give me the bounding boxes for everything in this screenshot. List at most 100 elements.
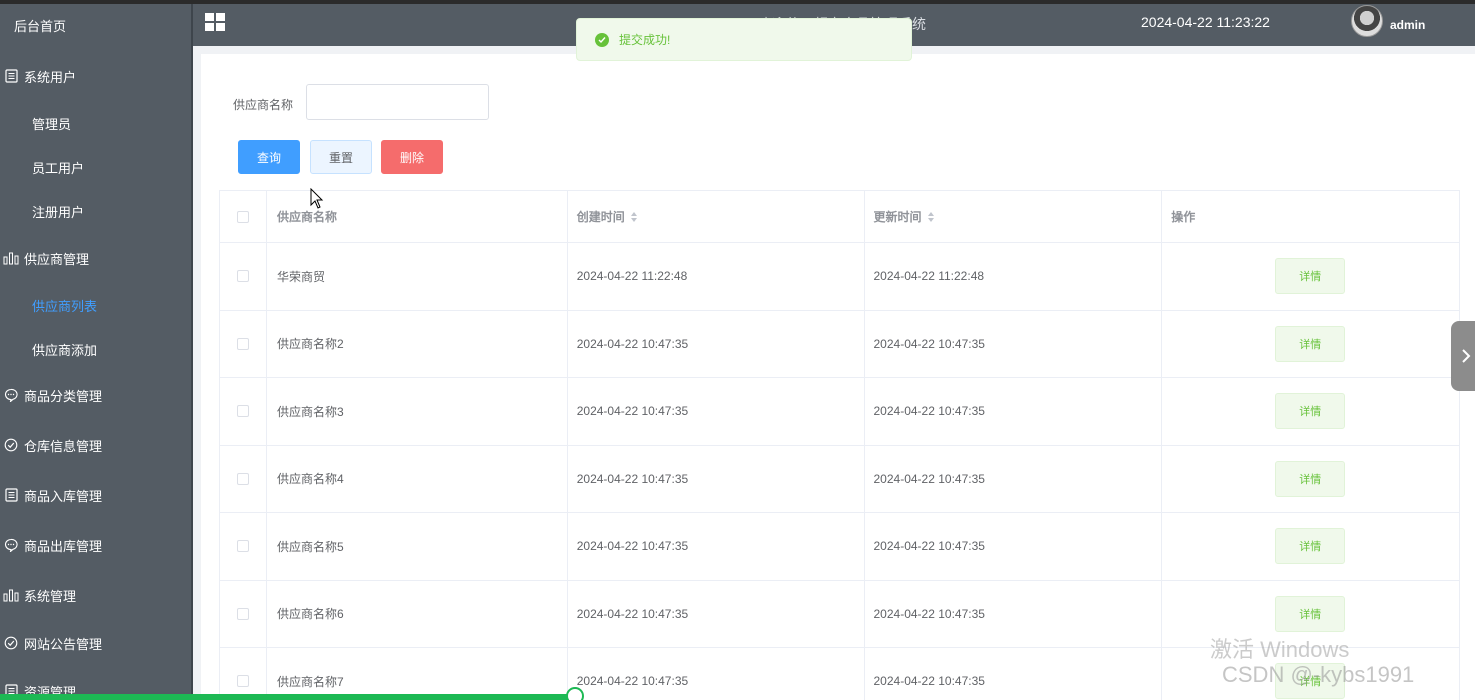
cell-created-time: 2024-04-22 10:47:35 (568, 445, 865, 512)
main-content: 供应商名称 查询 重置 删除 供应商名称 创建时间 更新时间 操作 华荣商贸 20… (201, 54, 1475, 700)
cell-updated-time: 2024-04-22 10:47:35 (865, 310, 1163, 377)
cell-supplier-name: 供应商名称2 (267, 310, 568, 377)
row-select-cell (220, 243, 267, 310)
sidebar-item-9[interactable]: 仓库信息管理 (0, 425, 193, 465)
detail-button[interactable]: 详情 (1275, 460, 1346, 497)
query-button[interactable]: 查询 (238, 140, 300, 174)
sidebar-item-8[interactable]: 商品分类管理 (0, 375, 193, 415)
bar-chart-icon (3, 250, 19, 266)
sidebar-item-label: 供应商列表 (32, 298, 98, 314)
detail-button[interactable]: 详情 (1275, 393, 1346, 430)
sidebar-item-label: 系统管理 (24, 588, 77, 604)
sidebar-item-10[interactable]: 商品入库管理 (0, 475, 193, 515)
video-progress-fill (0, 694, 575, 700)
video-progress-bar[interactable] (0, 687, 1475, 700)
avatar[interactable] (1351, 5, 1383, 37)
column-header-created[interactable]: 创建时间 (568, 191, 865, 242)
cell-actions: 详情 (1162, 445, 1461, 512)
toast-message: 提交成功! (619, 33, 671, 47)
table-row: 供应商名称4 2024-04-22 10:47:35 2024-04-22 10:4… (220, 445, 1461, 513)
cell-updated-time: 2024-04-22 10:47:35 (865, 513, 1163, 580)
row-select-cell (220, 648, 267, 700)
bar-chart-icon (3, 587, 19, 603)
sort-icon[interactable] (927, 211, 934, 222)
sidebar-item-6[interactable]: 供应商列表 (0, 285, 193, 325)
document-icon (3, 487, 19, 503)
cell-supplier-name: 供应商名称3 (267, 378, 568, 445)
sidebar-item-label: 商品分类管理 (24, 388, 103, 404)
cell-created-time: 2024-04-22 10:47:35 (568, 513, 865, 580)
row-checkbox[interactable] (236, 472, 249, 485)
sort-icon[interactable] (630, 211, 637, 222)
sidebar: 后台首页 系统用户管理员员工用户注册用户供应商管理供应商列表供应商添加商品分类管… (0, 4, 193, 700)
supplier-table: 供应商名称 创建时间 更新时间 操作 华荣商贸 2024-04-22 11:22:… (219, 190, 1461, 700)
sidebar-item-label: 后台首页 (14, 18, 67, 34)
sidebar-item-13[interactable]: 网站公告管理 (0, 623, 193, 663)
sidebar-item-label: 员工用户 (32, 160, 85, 176)
video-progress-handle[interactable] (566, 687, 584, 700)
row-select-cell (220, 513, 267, 580)
sidebar-item-7[interactable]: 供应商添加 (0, 329, 193, 369)
sidebar-item-12[interactable]: 系统管理 (0, 575, 193, 615)
detail-button[interactable]: 详情 (1275, 595, 1346, 632)
detail-button[interactable]: 详情 (1275, 325, 1346, 362)
check-circle-icon (3, 635, 19, 651)
cell-supplier-name: 供应商名称7 (267, 648, 568, 700)
detail-button[interactable]: 详情 (1275, 528, 1346, 565)
row-checkbox[interactable] (236, 540, 249, 553)
reset-button[interactable]: 重置 (310, 140, 372, 174)
sidebar-item-2[interactable]: 管理员 (0, 103, 193, 143)
row-select-cell (220, 445, 267, 512)
cell-actions: 详情 (1162, 243, 1461, 310)
cell-supplier-name: 供应商名称5 (267, 513, 568, 580)
row-checkbox[interactable] (236, 675, 249, 688)
sidebar-item-3[interactable]: 员工用户 (0, 147, 193, 187)
table-row: 华荣商贸 2024-04-22 11:22:48 2024-04-22 11:22:… (220, 243, 1461, 311)
sidebar-item-label: 注册用户 (32, 204, 85, 220)
row-checkbox[interactable] (236, 270, 249, 283)
side-panel-toggle[interactable] (1451, 321, 1475, 391)
cell-updated-time: 2024-04-22 10:47:35 (865, 378, 1163, 445)
sidebar-item-label: 仓库信息管理 (24, 438, 103, 454)
column-header-updated[interactable]: 更新时间 (865, 191, 1163, 242)
detail-button[interactable]: 详情 (1275, 258, 1346, 295)
sidebar-item-4[interactable]: 注册用户 (0, 191, 193, 231)
table-row: 供应商名称3 2024-04-22 10:47:35 2024-04-22 10:4… (220, 378, 1461, 446)
header-datetime: 2024-04-22 11:23:22 (1141, 14, 1270, 30)
cell-updated-time: 2024-04-22 11:22:48 (865, 243, 1163, 310)
row-select-cell (220, 310, 267, 377)
csdn-watermark: CSDN @-kybs1991 (1222, 662, 1415, 687)
cell-actions: 详情 (1162, 513, 1461, 580)
cell-supplier-name: 供应商名称6 (267, 580, 568, 647)
delete-button[interactable]: 删除 (381, 140, 443, 174)
cell-supplier-name: 供应商名称4 (267, 445, 568, 512)
username[interactable]: admin (1390, 18, 1425, 32)
row-select-cell (220, 580, 267, 647)
mouse-cursor-icon (310, 188, 324, 209)
chevron-right-icon (1462, 349, 1471, 363)
chat-bubble-icon (3, 537, 19, 553)
menu-grid-icon[interactable] (205, 13, 226, 32)
sidebar-divider (191, 4, 193, 700)
cell-created-time: 2024-04-22 11:22:48 (568, 243, 865, 310)
row-checkbox[interactable] (236, 337, 249, 350)
sidebar-item-5[interactable]: 供应商管理 (0, 238, 193, 278)
cell-created-time: 2024-04-22 10:47:35 (568, 580, 865, 647)
row-checkbox[interactable] (236, 607, 249, 620)
table-row: 供应商名称5 2024-04-22 10:47:35 2024-04-22 10:4… (220, 513, 1461, 581)
cell-supplier-name: 华荣商贸 (267, 243, 568, 310)
check-circle-icon (3, 437, 19, 453)
sidebar-item-label: 供应商添加 (32, 342, 98, 358)
sidebar-item-label: 供应商管理 (24, 251, 90, 267)
column-header-actions: 操作 (1162, 191, 1461, 242)
sidebar-item-1[interactable]: 系统用户 (0, 56, 193, 96)
column-header-label: 更新时间 (873, 210, 922, 224)
sidebar-item-home[interactable]: 后台首页 (0, 5, 193, 45)
cell-actions: 详情 (1162, 310, 1461, 377)
cell-updated-time: 2024-04-22 10:47:35 (865, 580, 1163, 647)
supplier-name-input[interactable] (306, 84, 489, 120)
sidebar-item-label: 商品入库管理 (24, 488, 103, 504)
select-all-checkbox[interactable] (236, 210, 249, 223)
sidebar-item-11[interactable]: 商品出库管理 (0, 525, 193, 565)
row-checkbox[interactable] (236, 405, 249, 418)
